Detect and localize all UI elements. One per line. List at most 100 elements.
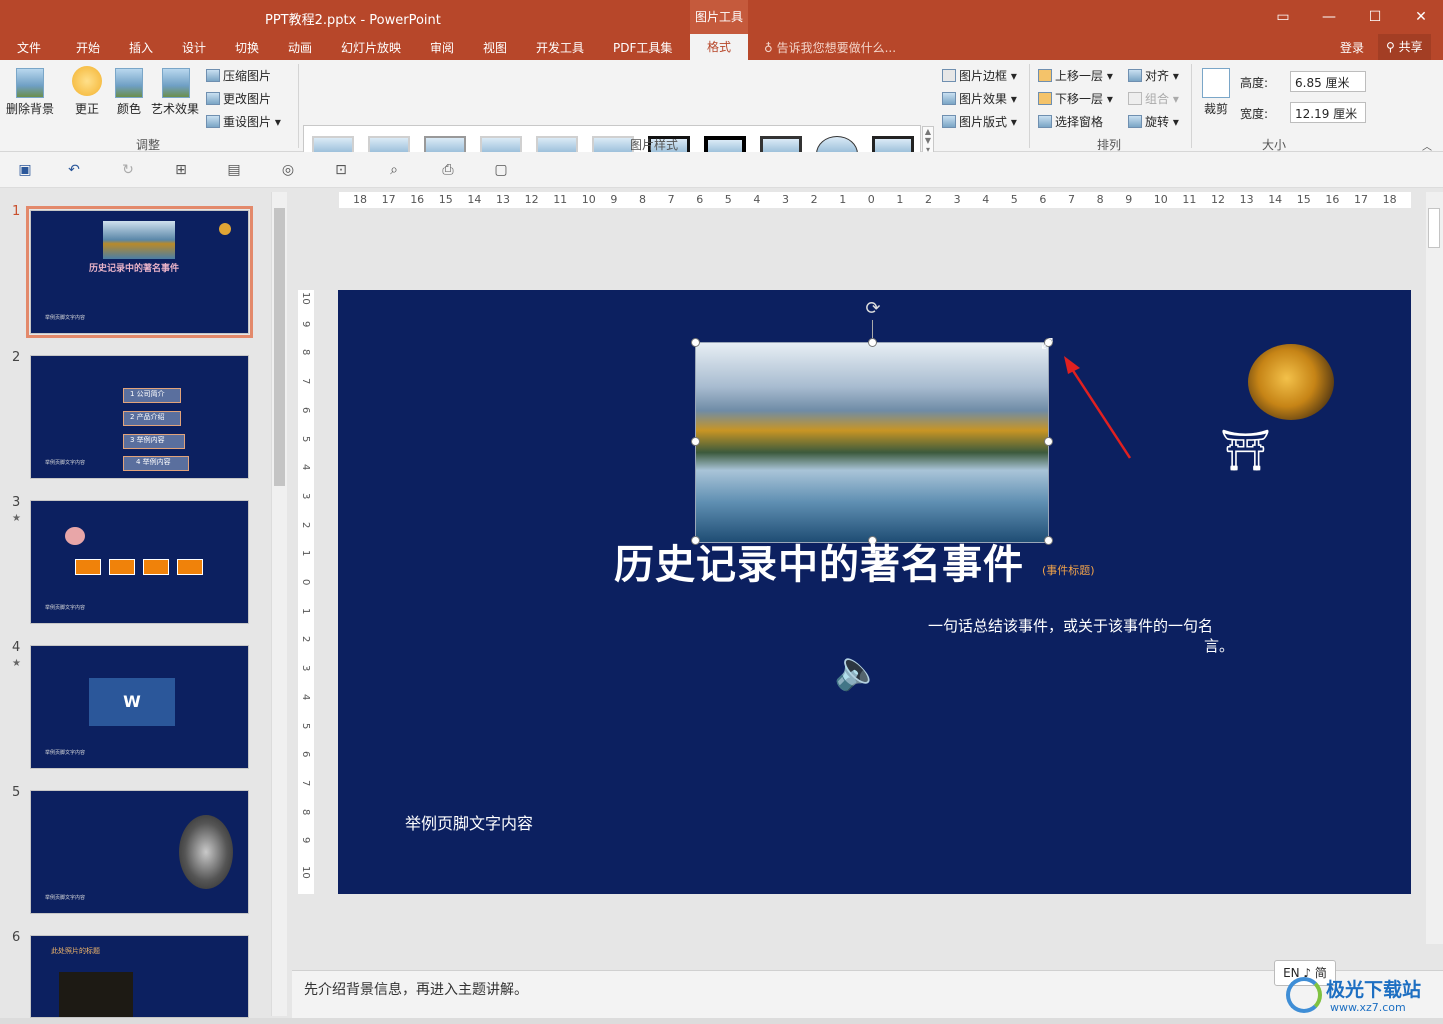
tab-design[interactable]: 设计 (182, 39, 206, 56)
color-icon (115, 68, 143, 98)
share-button[interactable]: ⚲ 共享 (1378, 34, 1431, 60)
reset-picture-button[interactable]: 重设图片 ▾ (206, 113, 281, 130)
save-icon[interactable]: ▣ (17, 162, 33, 178)
close-button[interactable]: ✕ (1398, 4, 1443, 30)
crop-button[interactable]: 裁剪 (1204, 100, 1228, 117)
width-label: 宽度: (1240, 107, 1269, 121)
subtitle-tag[interactable]: (事件标题) (1042, 562, 1095, 578)
notes-text[interactable]: 先介绍背景信息，再进入主题讲解。 (304, 979, 528, 999)
color-button[interactable]: 颜色 (117, 100, 141, 117)
login-link[interactable]: 登录 (1340, 39, 1364, 56)
slide-thumbnail-3[interactable]: 举例页脚文字内容 (30, 500, 249, 624)
align-button[interactable]: 对齐 ▾ (1128, 67, 1179, 84)
compress-pictures-button[interactable]: 压缩图片 (206, 67, 271, 84)
thumb-title: 历史记录中的著名事件 (89, 264, 180, 274)
ruler-tick-label: 0 (300, 579, 311, 586)
resize-handle[interactable] (1044, 536, 1053, 545)
resize-handle[interactable] (868, 338, 877, 347)
resize-handle[interactable] (1044, 437, 1053, 446)
picture-layout-button[interactable]: 图片版式 ▾ (942, 113, 1017, 130)
width-input[interactable]: 12.19 厘米 (1290, 102, 1366, 123)
tab-slideshow[interactable]: 幻灯片放映 (341, 39, 401, 56)
slide-thumbnail-5[interactable]: 举例页脚文字内容 (30, 790, 249, 914)
bring-forward-button[interactable]: 上移一层 ▾ (1038, 67, 1113, 84)
notes-pane[interactable]: 先介绍背景信息，再进入主题讲解。 (292, 970, 1443, 1018)
corrections-button[interactable]: 更正 (75, 100, 99, 117)
editor-scrollbar[interactable] (1426, 192, 1443, 944)
tab-transitions[interactable]: 切换 (235, 39, 259, 56)
pillar-icon[interactable]: ⛩ (1220, 428, 1271, 474)
ruler-tick-label: 2 (925, 193, 932, 206)
person-icon: ⚲ (1386, 40, 1399, 54)
leaf-picture[interactable] (1248, 344, 1334, 420)
selection-frame (695, 342, 1049, 543)
resize-handle[interactable] (691, 437, 700, 446)
textbox-icon[interactable]: ▤ (226, 162, 242, 178)
thumb-number: 3 (12, 495, 21, 510)
slide-icon[interactable]: ⊞ (173, 162, 189, 178)
ruler-tick-label: 0 (867, 193, 875, 206)
tab-review[interactable]: 审阅 (430, 39, 454, 56)
page-icon[interactable]: ▢ (493, 162, 509, 178)
portrait-image (179, 815, 233, 889)
picture-tools-label: 图片工具 (690, 0, 748, 34)
quote-line-2[interactable]: 言。 (1204, 635, 1234, 656)
present-icon[interactable]: ⊡ (333, 162, 349, 178)
resize-handle[interactable] (691, 338, 700, 347)
separator (1029, 64, 1030, 148)
tab-file[interactable]: 文件 (17, 39, 41, 56)
change-picture-button[interactable]: 更改图片 (206, 90, 271, 107)
watermark-name: 极光下载站 (1326, 979, 1422, 1001)
picture-border-button[interactable]: 图片边框 ▾ (942, 67, 1017, 84)
ruler-tick-label: 6 (300, 406, 311, 414)
tell-me-text: 告诉我您想要做什么... (776, 41, 897, 55)
slide-footer[interactable]: 举例页脚文字内容 (405, 810, 533, 834)
group-button[interactable]: 组合 ▾ (1128, 90, 1179, 107)
undo-icon[interactable]: ↶ (66, 162, 82, 178)
maximize-button[interactable]: ☐ (1352, 4, 1398, 30)
slide-thumbnail-4[interactable]: W 举例页脚文字内容 (30, 645, 249, 769)
shapes-icon[interactable]: ◎ (280, 162, 296, 178)
tell-me-box[interactable]: ♁ 告诉我您想要做什么... (764, 39, 896, 56)
tab-pdf-tools[interactable]: PDF工具集 (613, 39, 672, 56)
agenda-item: 1 公司简介 (123, 388, 181, 403)
scroll-thumb[interactable] (274, 208, 285, 486)
separator (298, 64, 299, 148)
redo-icon[interactable]: ↻ (120, 162, 136, 178)
send-backward-icon (1038, 92, 1052, 105)
ribbon-display-icon[interactable]: ▭ (1260, 4, 1306, 30)
picture-effects-button[interactable]: 图片效果 ▾ (942, 90, 1017, 107)
tab-format[interactable]: 格式 (690, 34, 748, 60)
tab-home[interactable]: 开始 (76, 39, 100, 56)
collapse-ribbon-icon[interactable]: ︿ (1422, 138, 1432, 153)
rotate-button[interactable]: 旋转 ▾ (1128, 113, 1179, 130)
quote-line-1[interactable]: 一句话总结该事件，或关于该事件的一句名 (928, 615, 1213, 636)
remove-background-button[interactable]: 删除背景 (6, 100, 54, 117)
print-icon[interactable]: ⎙ (440, 162, 456, 178)
landscape-image (103, 221, 175, 259)
ruler-tick-label: 14 (1268, 193, 1283, 206)
slide-canvas[interactable]: ⟳ ⤢ ⛩ 历史记录中的著名事件 (事件标题) 一句话总结该事件，或关于该事件的… (338, 290, 1411, 894)
height-input[interactable]: 6.85 厘米 (1290, 71, 1366, 92)
tab-animations[interactable]: 动画 (288, 39, 312, 56)
zoom-icon[interactable]: ⌕ (386, 162, 402, 178)
slide-thumbnail-2[interactable]: 1 公司简介 2 产品介绍 3 举例内容 4 举例内容 举例页脚文字内容 (30, 355, 249, 479)
slide-thumbnail-6[interactable]: 此处照片的标题 (30, 935, 249, 1018)
tab-view[interactable]: 视图 (483, 39, 507, 56)
slide-title[interactable]: 历史记录中的著名事件 (614, 532, 1024, 590)
scroll-thumb[interactable] (1428, 208, 1440, 248)
rotate-handle-icon[interactable]: ⟳ (862, 298, 884, 320)
selection-pane-button[interactable]: 选择窗格 (1038, 113, 1103, 130)
thumb-footer: 举例页脚文字内容 (45, 460, 86, 466)
minimize-button[interactable]: — (1306, 4, 1352, 30)
artistic-effects-button[interactable]: 艺术效果 (151, 100, 199, 117)
send-backward-button[interactable]: 下移一层 ▾ (1038, 90, 1113, 107)
tab-developer[interactable]: 开发工具 (536, 39, 584, 56)
thumb-title: 此处照片的标题 (51, 947, 100, 955)
slide-thumbnail-1[interactable]: 历史记录中的著名事件 举例页脚文字内容 (26, 206, 253, 338)
ruler-tick-label: 4 (982, 193, 990, 206)
thumbnail-scrollbar[interactable] (271, 192, 287, 1016)
speaker-icon[interactable]: 🔈 (834, 646, 884, 694)
tab-insert[interactable]: 插入 (129, 39, 153, 56)
ruler-tick-label: 15 (1296, 193, 1311, 206)
